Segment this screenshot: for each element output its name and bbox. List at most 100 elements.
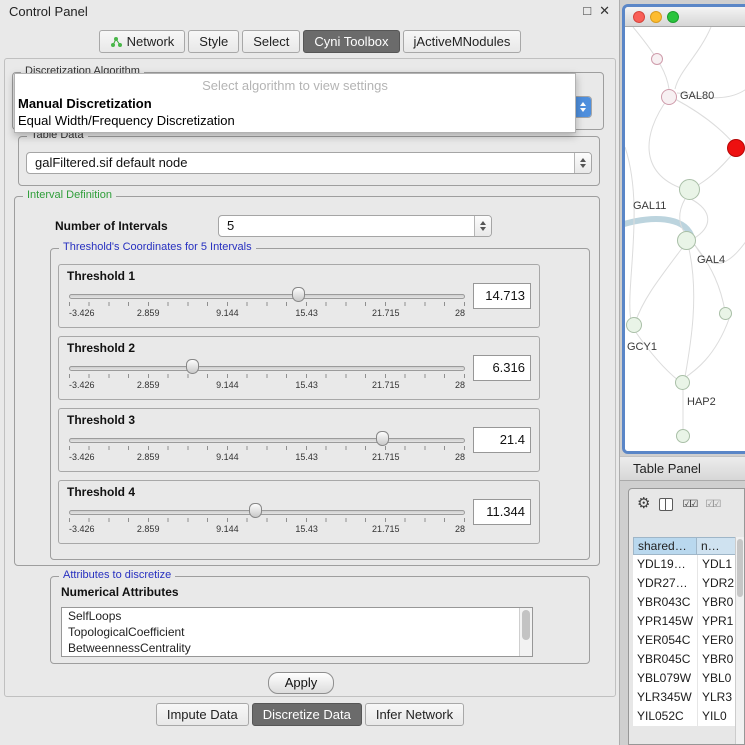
- slider-track[interactable]: [69, 366, 465, 371]
- attributes-to-discretize-group: Attributes to discretize Numerical Attri…: [50, 576, 590, 664]
- combo-value: galFiltered.sif default node: [35, 153, 571, 173]
- node-label-gcy1: GCY1: [627, 341, 657, 353]
- table-row[interactable]: YIL052CYIL0: [633, 707, 745, 726]
- group-title: Attributes to discretize: [59, 569, 175, 581]
- tab-impute-data[interactable]: Impute Data: [156, 703, 249, 726]
- table-toolbar: ⚙ ☑☑ ☑☑: [629, 489, 744, 519]
- table-row[interactable]: YBR043CYBR0: [633, 593, 745, 612]
- select-none-columns-icon[interactable]: ☑☑: [705, 499, 719, 510]
- tab-label: Discretize Data: [263, 707, 351, 722]
- combo-stepper[interactable]: [574, 97, 591, 117]
- threshold-1-value-field[interactable]: 14.713: [473, 283, 531, 309]
- tab-jactivemnodules[interactable]: jActiveMNodules: [403, 30, 522, 53]
- number-of-intervals-label: Number of Intervals: [55, 219, 168, 233]
- columns-icon[interactable]: [659, 498, 673, 511]
- dropdown-option-equal-width[interactable]: Equal Width/Frequency Discretization: [15, 112, 575, 129]
- threshold-3-slider[interactable]: -3.426 2.859 9.144 15.43 21.715 28: [69, 431, 465, 469]
- slider-thumb[interactable]: [186, 359, 199, 374]
- table-row[interactable]: YDR27…YDR2: [633, 574, 745, 593]
- network-tab-icon: [110, 36, 122, 48]
- slider-track[interactable]: [69, 438, 465, 443]
- threshold-label: Threshold 4: [67, 485, 135, 499]
- slider-ticks: [69, 446, 465, 450]
- threshold-2-slider[interactable]: -3.426 2.859 9.144 15.43 21.715 28: [69, 359, 465, 397]
- network-node[interactable]: [676, 429, 690, 443]
- dropdown-placeholder: Select algorithm to view settings: [15, 74, 575, 95]
- node-label-gal80: GAL80: [680, 90, 714, 102]
- list-item[interactable]: SelfLoops: [62, 608, 532, 624]
- node-label-hap2: HAP2: [687, 396, 716, 408]
- table-row[interactable]: YPR145WYPR1: [633, 612, 745, 631]
- network-node[interactable]: [719, 307, 732, 320]
- network-node-selected[interactable]: [727, 139, 745, 157]
- threshold-4-value-field[interactable]: 11.344: [473, 499, 531, 525]
- tab-select[interactable]: Select: [242, 30, 300, 53]
- slider-ticks: [69, 518, 465, 522]
- slider-track[interactable]: [69, 294, 465, 299]
- network-node-hap2[interactable]: [675, 375, 690, 390]
- slider-thumb[interactable]: [292, 287, 305, 302]
- network-node-gcy1[interactable]: [626, 317, 642, 333]
- combo-stepper[interactable]: [474, 216, 491, 236]
- table-data-combo[interactable]: galFiltered.sif default node: [26, 152, 592, 174]
- threshold-1-panel: Threshold 1 14.713 -3.426 2.859 9.144 15…: [58, 264, 540, 328]
- table-panel-header[interactable]: Table Panel: [620, 456, 745, 481]
- slider-scale: -3.426 2.859 9.144 15.43 21.715 28: [69, 452, 465, 463]
- close-icon[interactable]: ✕: [599, 4, 610, 18]
- threshold-3-value-field[interactable]: 21.4: [473, 427, 531, 453]
- slider-scale: -3.426 2.859 9.144 15.43 21.715 28: [69, 308, 465, 319]
- threshold-3-panel: Threshold 3 21.4 -3.426 2.859 9.144 15.4…: [58, 408, 540, 472]
- tab-discretize-data[interactable]: Discretize Data: [252, 703, 362, 726]
- cyni-toolbox-panel: Discretization Algorithm Select algorith…: [4, 58, 616, 697]
- tab-label: Style: [199, 34, 228, 49]
- minimize-traffic-light[interactable]: [650, 11, 662, 23]
- network-canvas[interactable]: GAL80 GAL11 GAL4 GCY1 HAP2: [625, 27, 745, 451]
- tab-label: Impute Data: [167, 707, 238, 722]
- slider-track[interactable]: [69, 510, 465, 515]
- list-item[interactable]: BetweennessCentrality: [62, 640, 532, 656]
- tab-network[interactable]: Network: [99, 30, 186, 53]
- table-row[interactable]: YBL079WYBL0: [633, 669, 745, 688]
- apply-button[interactable]: Apply: [268, 672, 334, 694]
- network-node-gal11[interactable]: [679, 179, 700, 200]
- table-row[interactable]: YBR045CYBR0: [633, 650, 745, 669]
- group-title: Interval Definition: [23, 189, 116, 201]
- table-scrollbar[interactable]: [735, 537, 744, 744]
- network-node-gal4[interactable]: [677, 231, 696, 250]
- table-row[interactable]: YER054CYER0: [633, 631, 745, 650]
- network-node-gal80[interactable]: [661, 89, 677, 105]
- numerical-attributes-list[interactable]: SelfLoops TopologicalCoefficient Between…: [61, 607, 533, 657]
- group-title: Threshold's Coordinates for 5 Intervals: [59, 241, 256, 253]
- node-label-gal11: GAL11: [633, 200, 666, 212]
- slider-ticks: [69, 374, 465, 378]
- network-node[interactable]: [651, 53, 663, 65]
- list-item[interactable]: TopologicalCoefficient: [62, 624, 532, 640]
- threshold-1-slider[interactable]: -3.426 2.859 9.144 15.43 21.715 28: [69, 287, 465, 325]
- close-traffic-light[interactable]: [633, 11, 645, 23]
- bottom-tab-bar: Impute Data Discretize Data Infer Networ…: [0, 703, 620, 726]
- network-window-titlebar: [625, 7, 745, 27]
- slider-scale: -3.426 2.859 9.144 15.43 21.715 28: [69, 380, 465, 391]
- gear-icon[interactable]: ⚙: [637, 496, 650, 512]
- column-header-shared-name[interactable]: shared…: [633, 537, 697, 555]
- threshold-2-panel: Threshold 2 6.316 -3.426 2.859 9.144 15.…: [58, 336, 540, 400]
- restore-icon[interactable]: □: [583, 4, 591, 18]
- dropdown-option-manual-discretization[interactable]: Manual Discretization: [15, 95, 575, 112]
- zoom-traffic-light[interactable]: [667, 11, 679, 23]
- slider-thumb[interactable]: [249, 503, 262, 518]
- threshold-4-slider[interactable]: -3.426 2.859 9.144 15.43 21.715 28: [69, 503, 465, 541]
- threshold-label: Threshold 1: [67, 269, 135, 283]
- slider-thumb[interactable]: [376, 431, 389, 446]
- tab-infer-network[interactable]: Infer Network: [365, 703, 464, 726]
- table-row[interactable]: YLR345WYLR3: [633, 688, 745, 707]
- table-row[interactable]: YDL19…YDL1: [633, 555, 745, 574]
- threshold-2-value-field[interactable]: 6.316: [473, 355, 531, 381]
- number-of-intervals-combo[interactable]: 5: [218, 215, 492, 237]
- tab-style[interactable]: Style: [188, 30, 239, 53]
- select-all-columns-icon[interactable]: ☑☑: [682, 499, 696, 510]
- list-scrollbar[interactable]: [519, 608, 532, 656]
- numerical-attributes-label: Numerical Attributes: [61, 585, 179, 599]
- combo-stepper[interactable]: [574, 153, 591, 173]
- table-body: YDL19…YDL1 YDR27…YDR2 YBR043CYBR0 YPR145…: [633, 555, 745, 726]
- tab-cyni-toolbox[interactable]: Cyni Toolbox: [303, 30, 399, 53]
